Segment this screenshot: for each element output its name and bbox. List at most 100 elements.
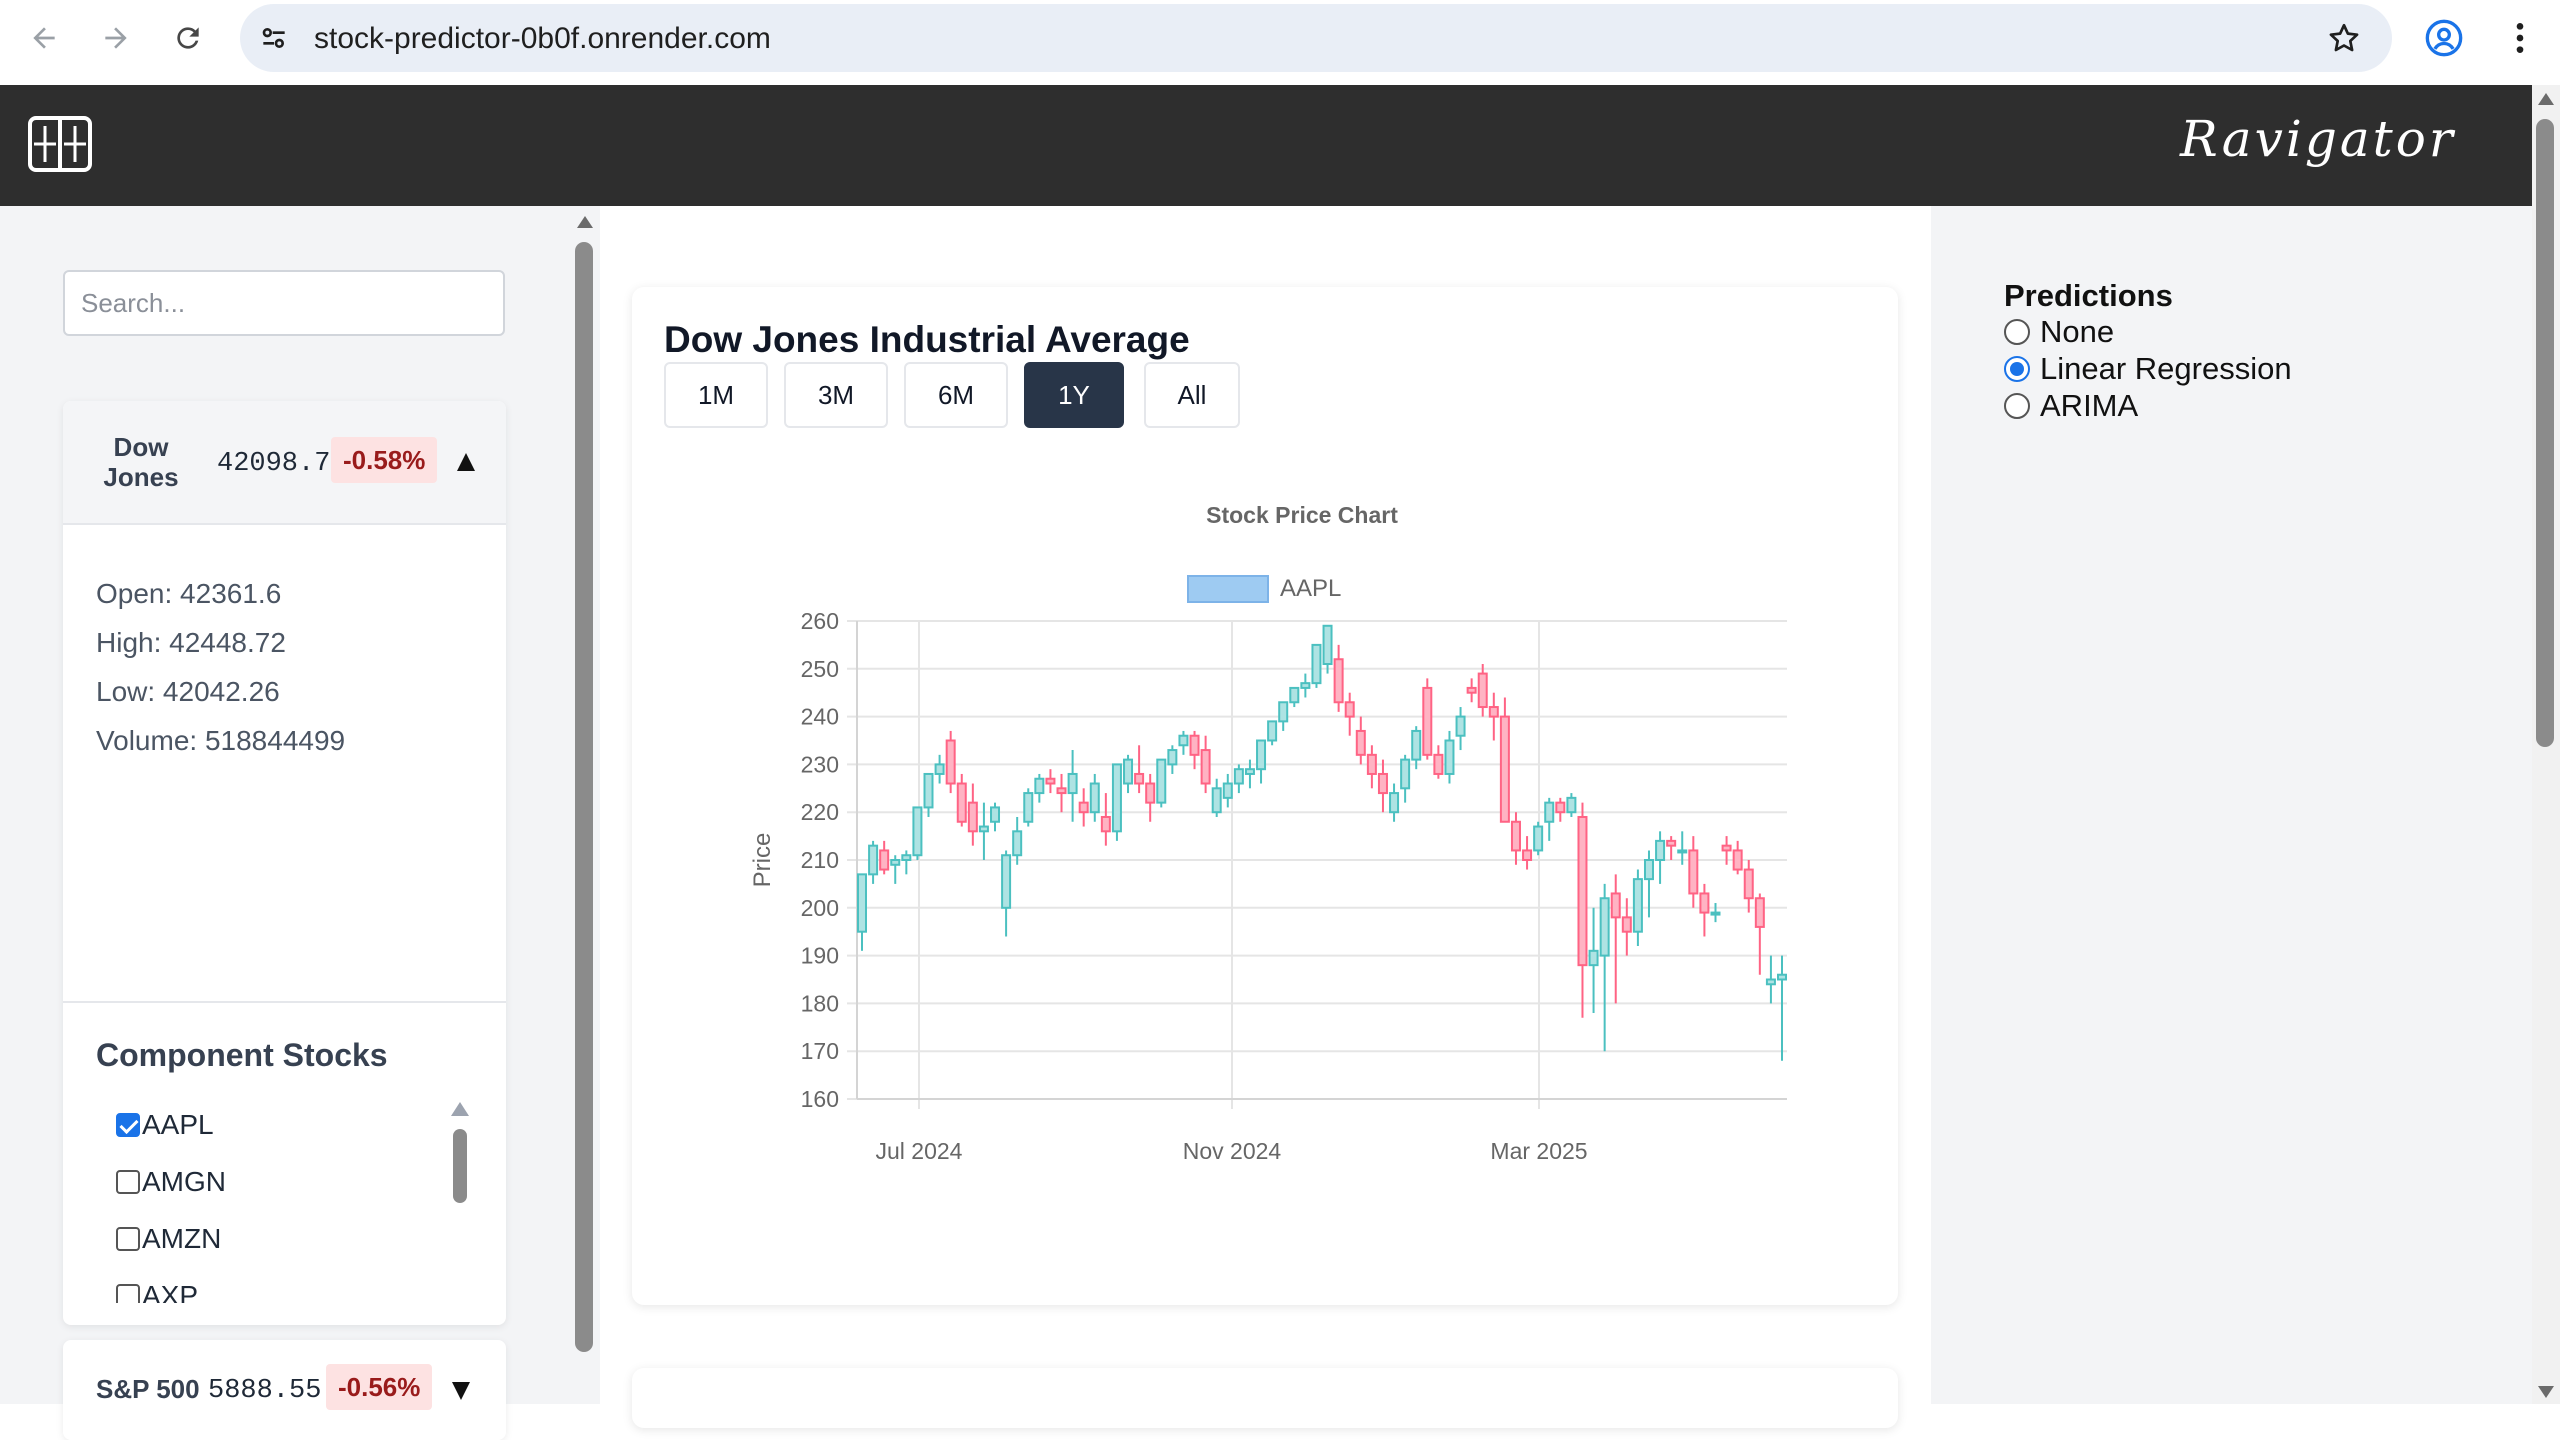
candle-body	[1344, 701, 1355, 718]
stock-symbol: AAPL	[142, 1109, 214, 1140]
legend-swatch	[1187, 575, 1269, 603]
candle-body	[1422, 686, 1433, 756]
candle-body	[1544, 801, 1555, 823]
sidebar: Dow Jones 42098.7 -0.58% Open: 42361.6 H…	[0, 206, 570, 1440]
candle-body	[1211, 787, 1222, 814]
candle-body	[1732, 849, 1743, 871]
index-card-sp500[interactable]: S&P 500 5888.55 -0.56%	[63, 1340, 506, 1440]
app-header: Ravigator	[0, 85, 2532, 206]
candle-body	[1655, 839, 1666, 862]
component-stock-item[interactable]: AMGN	[116, 1162, 226, 1202]
candle-body	[1222, 782, 1233, 799]
url-text: stock-predictor-0b0f.onrender.com	[314, 22, 771, 55]
candle-body	[1632, 878, 1643, 933]
expand-caret-icon[interactable]	[452, 1382, 470, 1400]
scroll-up-icon[interactable]	[2538, 93, 2554, 105]
chart-title: Stock Price Chart	[1206, 502, 1398, 528]
back-arrow-icon	[33, 27, 55, 49]
candle-body	[1477, 672, 1488, 709]
candle-body	[1510, 820, 1521, 852]
x-tick-label: Jul 2024	[876, 1138, 963, 1164]
candle-body	[1721, 844, 1732, 852]
candle-body	[1555, 801, 1566, 814]
more-menu-icon[interactable]	[2500, 18, 2540, 58]
candle-body	[879, 849, 890, 871]
scroll-thumb[interactable]	[2536, 119, 2554, 747]
index-card-header[interactable]: Dow Jones 42098.7 -0.58%	[63, 401, 506, 525]
candle-body	[1533, 825, 1544, 852]
component-stocks-title: Component Stocks	[96, 1037, 388, 1073]
prediction-option-none[interactable]: None	[2004, 314, 2114, 350]
search-input[interactable]	[63, 270, 505, 336]
stock-checkbox[interactable]	[116, 1227, 140, 1251]
candle-body	[912, 806, 923, 857]
y-tick-label: 250	[801, 656, 839, 682]
stock-checkbox[interactable]	[116, 1113, 140, 1137]
radio-label: None	[2040, 314, 2115, 349]
candle-body	[956, 782, 967, 823]
stock-symbol: AMZN	[142, 1223, 222, 1254]
radio-button[interactable]	[2004, 393, 2030, 419]
index-price: 5888.55	[208, 1376, 322, 1406]
candle-body	[1610, 892, 1621, 919]
bookmark-star-icon[interactable]	[2326, 20, 2362, 56]
component-stock-item[interactable]: AXP	[116, 1276, 198, 1303]
address-bar[interactable]: stock-predictor-0b0f.onrender.com	[240, 4, 2392, 72]
profile-icon[interactable]	[2424, 18, 2464, 58]
chart-card: Dow Jones Industrial Average 1M 3M 6M 1Y All…	[632, 287, 1898, 1305]
y-tick-label: 180	[801, 990, 839, 1016]
stock-checkbox[interactable]	[116, 1170, 140, 1194]
index-name: S&P 500	[96, 1374, 200, 1404]
candle-body	[1499, 715, 1510, 823]
candle-body	[1699, 892, 1710, 914]
prediction-option-linear-regression[interactable]: Linear Regression	[2004, 351, 2292, 387]
stock-checkbox[interactable]	[116, 1284, 140, 1303]
stat-low: Low: 42042.26	[96, 676, 280, 707]
forward-button[interactable]	[92, 14, 140, 62]
page-scrollbar[interactable]	[2532, 85, 2560, 1404]
component-stock-item[interactable]: AAPL	[116, 1105, 214, 1145]
x-tick-label: Mar 2025	[1490, 1138, 1587, 1164]
candle-body	[934, 763, 945, 775]
collapse-caret-icon[interactable]	[457, 453, 475, 471]
candle-body	[1577, 815, 1588, 967]
candle-body	[1145, 782, 1156, 804]
candle-body	[1366, 753, 1377, 775]
y-tick-label: 200	[801, 895, 839, 921]
brand-logo[interactable]: Ravigator	[2180, 110, 2456, 168]
candle-body	[1389, 792, 1400, 814]
candle-body	[1777, 973, 1787, 981]
content-scrollbar[interactable]	[570, 206, 600, 1404]
scroll-thumb[interactable]	[575, 242, 593, 1352]
candle-body	[1322, 624, 1333, 666]
reload-button[interactable]	[164, 14, 212, 62]
candle-body	[923, 772, 934, 809]
stat-open: Open: 42361.6	[96, 578, 282, 609]
candle-body	[1178, 734, 1189, 747]
candle-body	[1710, 911, 1721, 916]
candle-body	[1588, 949, 1599, 967]
candle-body	[1045, 777, 1056, 785]
candle-body	[990, 806, 1001, 823]
site-info-icon[interactable]	[258, 22, 290, 54]
component-list-scrollbar[interactable]	[449, 1096, 471, 1325]
prediction-option-arima[interactable]: ARIMA	[2004, 388, 2138, 424]
scroll-thumb[interactable]	[453, 1129, 467, 1203]
candle-body	[1311, 643, 1322, 685]
scroll-up-icon[interactable]	[451, 1102, 469, 1116]
candle-body	[1377, 772, 1388, 795]
scroll-up-icon[interactable]	[577, 216, 593, 228]
scroll-down-icon[interactable]	[2538, 1386, 2554, 1398]
candle-body	[1123, 758, 1134, 785]
candle-body	[1300, 682, 1311, 689]
candle-body	[868, 844, 879, 876]
candle-body	[1233, 768, 1244, 785]
back-button[interactable]	[20, 14, 68, 62]
radio-button[interactable]	[2004, 356, 2030, 382]
candle-body	[1200, 749, 1211, 785]
layout-toggle-icon[interactable]	[28, 116, 92, 172]
radio-button[interactable]	[2004, 319, 2030, 345]
stock-symbol: AXP	[142, 1280, 199, 1303]
candle-body	[1056, 787, 1067, 795]
component-stock-item[interactable]: AMZN	[116, 1219, 221, 1259]
